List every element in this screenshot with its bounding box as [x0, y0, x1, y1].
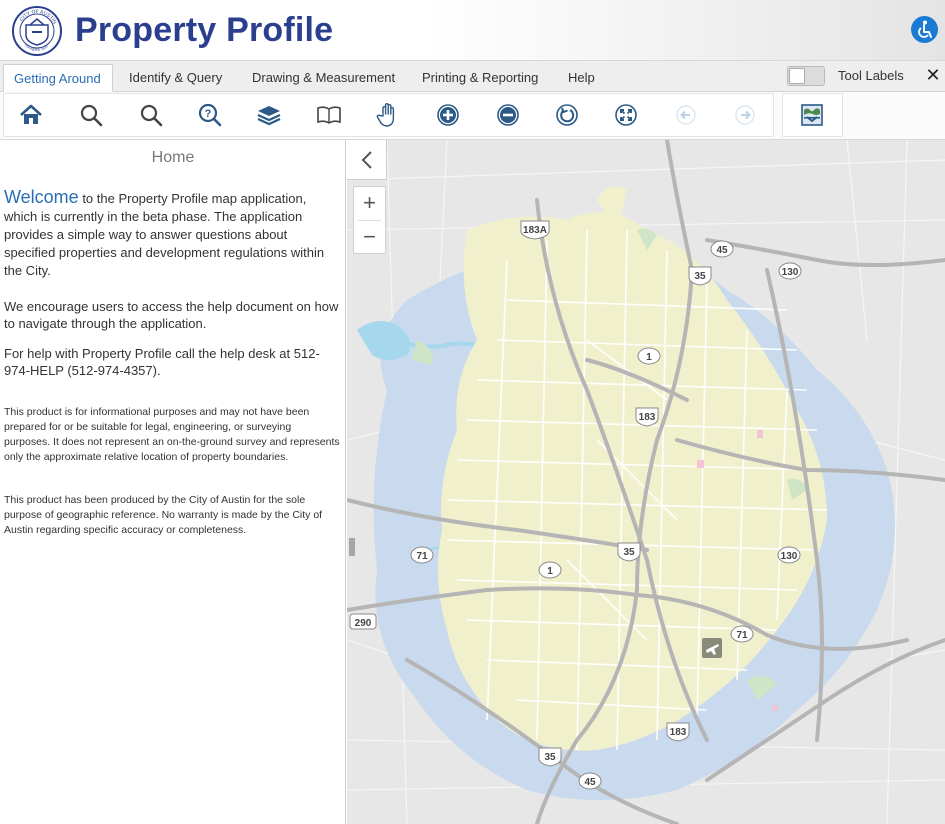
navigation-tool-group: ? [3, 93, 774, 137]
route-shield: 35 [617, 542, 641, 562]
welcome-heading: Welcome [4, 187, 79, 207]
tab-identify-query[interactable]: Identify & Query [119, 64, 232, 92]
help-desk-paragraph: For help with Property Profile call the … [4, 346, 320, 378]
route-shield-label: 183 [639, 412, 656, 423]
basemap[interactable]: 183A 45 35 130 1 183 35 130 71 1 290 71 183 35 45 [347, 140, 945, 824]
search-icon[interactable] [136, 100, 166, 130]
refresh-icon[interactable] [552, 100, 582, 130]
route-shield-label: 1 [547, 566, 553, 577]
route-shield: 130 [778, 262, 802, 280]
next-extent-icon[interactable] [730, 100, 760, 130]
route-shield: 45 [710, 240, 734, 258]
svg-text:?: ? [205, 108, 212, 120]
search-icon[interactable] [76, 100, 106, 130]
help-doc-paragraph: We encourage users to access the help do… [4, 299, 339, 331]
app-title: Property Profile [75, 11, 334, 49]
route-shield: 1 [637, 347, 661, 365]
tab-bar: Getting Around Identify & Query Drawing … [0, 61, 945, 92]
route-shield: 183 [666, 722, 690, 742]
panel-title: Home [151, 149, 195, 166]
previous-extent-icon[interactable] [671, 100, 701, 130]
toggle-knob [789, 68, 805, 84]
warranty-paragraph: This product has been produced by the Ci… [4, 494, 323, 536]
map-zoom-in-button[interactable]: + [354, 187, 385, 220]
close-icon[interactable]: ✕ [925, 65, 941, 85]
side-panel: Home Welcome to the Property Profile map… [0, 140, 346, 824]
tab-help[interactable]: Help [558, 64, 605, 92]
disclaimer-paragraph: This product is for informational purpos… [4, 406, 340, 463]
route-shield-label: 35 [694, 271, 706, 282]
search-help-icon[interactable]: ? [195, 100, 225, 130]
collapse-panel-button[interactable] [347, 140, 387, 180]
tab-getting-around[interactable]: Getting Around [3, 64, 113, 92]
route-shield: 71 [730, 625, 754, 643]
route-shield: 35 [538, 747, 562, 767]
layers-icon[interactable] [254, 100, 284, 130]
route-shield-label: 35 [623, 547, 635, 558]
route-shield-label: 290 [355, 618, 372, 629]
route-shield-label: 183 [670, 727, 687, 738]
zoom-out-icon[interactable] [493, 100, 523, 130]
route-shield: 290 [349, 613, 377, 630]
route-shield-label: 130 [782, 267, 799, 278]
map-view[interactable]: 183A 45 35 130 1 183 35 130 71 1 290 71 183 35 45 + − [347, 140, 945, 824]
route-shield-label: 35 [544, 752, 556, 763]
full-extent-icon[interactable] [611, 100, 641, 130]
route-shield-label: 183A [523, 225, 547, 236]
route-shield: 35 [688, 266, 712, 286]
overview-tool-group [782, 93, 843, 137]
map-zoom-out-button[interactable]: − [354, 221, 385, 254]
zoom-in-icon[interactable] [433, 100, 463, 130]
route-shield-label: 130 [781, 551, 798, 562]
route-shield: 1 [538, 561, 562, 579]
route-shield-label: 1 [646, 352, 652, 363]
overview-map-icon[interactable] [797, 100, 827, 130]
route-shield-label: 45 [716, 245, 728, 256]
route-shield: 71 [410, 546, 434, 564]
city-seal-logo: CITY OF AUSTIN FOUNDED 1839 [11, 5, 63, 57]
tool-labels-label: Tool Labels [838, 68, 904, 83]
accessibility-icon[interactable] [911, 16, 938, 43]
app-header: CITY OF AUSTIN FOUNDED 1839 Property Pro… [0, 0, 945, 61]
airport-icon [702, 638, 722, 658]
route-shield: 130 [777, 546, 801, 564]
home-icon[interactable] [16, 100, 46, 130]
map-zoom-control: + − [353, 186, 386, 254]
bookmark-icon[interactable] [314, 100, 344, 130]
route-shield-label: 45 [584, 777, 596, 788]
welcome-paragraph: Welcome to the Property Profile map appl… [4, 188, 340, 280]
tab-printing-reporting[interactable]: Printing & Reporting [412, 64, 548, 92]
route-shield: 183 [635, 407, 659, 427]
panel-resize-handle[interactable] [347, 536, 357, 558]
route-shield-label: 71 [416, 551, 428, 562]
route-shield-label: 71 [736, 630, 748, 641]
toolbar: ? [0, 92, 945, 140]
route-shield: 183A [520, 220, 550, 240]
pan-icon[interactable] [373, 100, 403, 130]
tool-labels-toggle[interactable] [787, 66, 825, 86]
route-shield: 45 [578, 772, 602, 790]
tab-drawing-measurement[interactable]: Drawing & Measurement [242, 64, 405, 92]
